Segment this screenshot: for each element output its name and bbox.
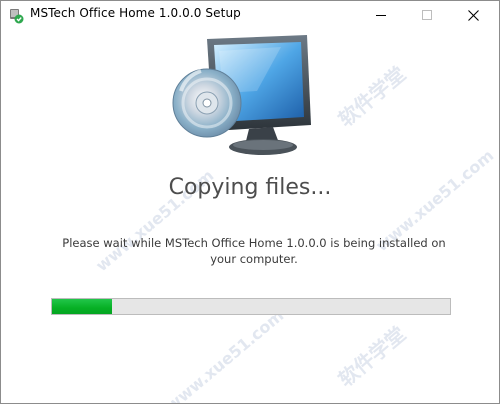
close-icon [467,9,479,21]
watermark: 软件学堂 [333,321,411,392]
watermark: www.xue51.com [162,305,288,404]
title-bar[interactable]: MSTech Office Home 1.0.0.0 Setup [1,1,499,29]
close-button[interactable] [450,1,496,29]
maximize-icon [422,10,432,20]
status-heading: Copying files... [168,175,332,200]
minimize-button[interactable] [358,1,404,29]
progress-fill [52,299,112,314]
computer-with-disc-icon [161,31,331,161]
install-progress-bar [51,298,451,315]
watermark: 软件学堂 [333,61,411,132]
setup-window: MSTech Office Home 1.0.0.0 Setup 软件学堂 ww… [0,0,500,404]
window-title: MSTech Office Home 1.0.0.0 Setup [30,6,241,20]
minimize-icon [376,15,386,16]
status-message: Please wait while MSTech Office Home 1.0… [62,236,446,266]
maximize-button[interactable] [404,1,450,29]
installer-icon [8,8,24,24]
